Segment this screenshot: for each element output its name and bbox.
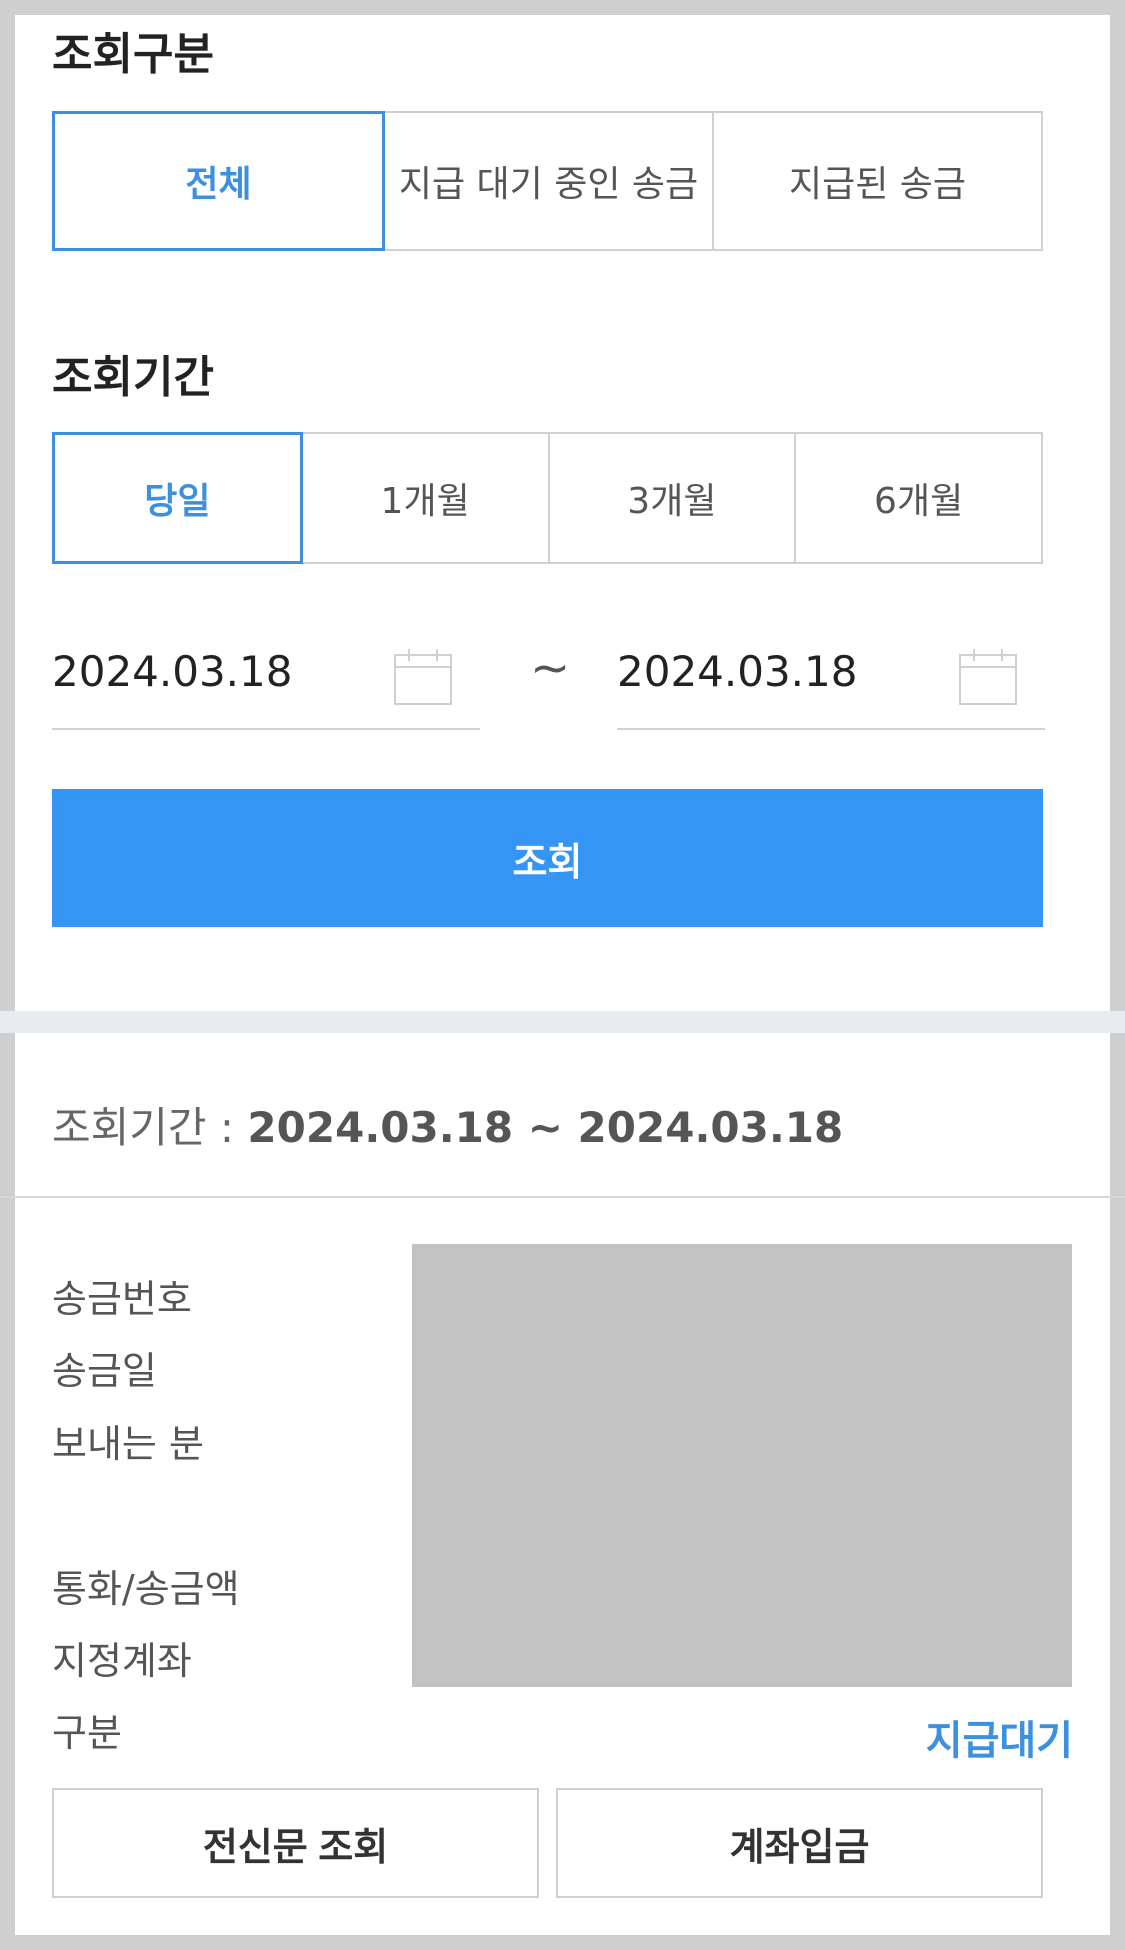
- label-remittance-date: 송금일: [52, 1349, 157, 1393]
- divider: [0, 1196, 1125, 1198]
- period-option-today[interactable]: 당일: [52, 432, 303, 564]
- calendar-icon[interactable]: [394, 647, 452, 705]
- section-separator-band: [0, 1011, 1125, 1033]
- type-segmented-control: 전체 지급 대기 중인 송금 지급된 송금: [52, 111, 1043, 251]
- status-badge: 지급대기: [925, 1718, 1073, 1764]
- label-designated-account: 지정계좌: [52, 1639, 192, 1683]
- period-option-6month[interactable]: 6개월: [794, 432, 1043, 564]
- section-title-period: 조회기간: [52, 352, 214, 403]
- section-title-type: 조회구분: [52, 29, 214, 80]
- period-summary-range: 2024.03.18 ~ 2024.03.18: [247, 1103, 844, 1152]
- label-sender: 보내는 분: [52, 1422, 204, 1466]
- start-date-value: 2024.03.18: [52, 647, 293, 696]
- period-option-3month[interactable]: 3개월: [547, 432, 797, 564]
- period-summary-label: 조회기간 :: [52, 1103, 248, 1152]
- period-summary: 조회기간 : 2024.03.18 ~ 2024.03.18: [52, 1094, 843, 1155]
- type-option-all[interactable]: 전체: [52, 111, 385, 251]
- period-option-1month[interactable]: 1개월: [300, 432, 550, 564]
- end-date-field[interactable]: 2024.03.18: [617, 625, 1045, 730]
- redacted-details: [412, 1244, 1072, 1687]
- label-currency-amount: 통화/송금액: [52, 1567, 240, 1611]
- type-option-pending[interactable]: 지급 대기 중인 송금: [383, 111, 714, 251]
- calendar-icon[interactable]: [959, 647, 1017, 705]
- query-button[interactable]: 조회: [52, 789, 1043, 927]
- period-segmented-control: 당일 1개월 3개월 6개월: [52, 432, 1043, 564]
- type-option-paid[interactable]: 지급된 송금: [712, 111, 1043, 251]
- label-category: 구분: [52, 1711, 122, 1755]
- account-deposit-button[interactable]: 계좌입금: [556, 1788, 1043, 1898]
- date-range-separator: ~: [530, 640, 571, 696]
- start-date-field[interactable]: 2024.03.18: [52, 625, 480, 730]
- telegram-inquiry-button[interactable]: 전신문 조회: [52, 1788, 539, 1898]
- end-date-value: 2024.03.18: [617, 647, 858, 696]
- label-remittance-number: 송금번호: [52, 1277, 192, 1321]
